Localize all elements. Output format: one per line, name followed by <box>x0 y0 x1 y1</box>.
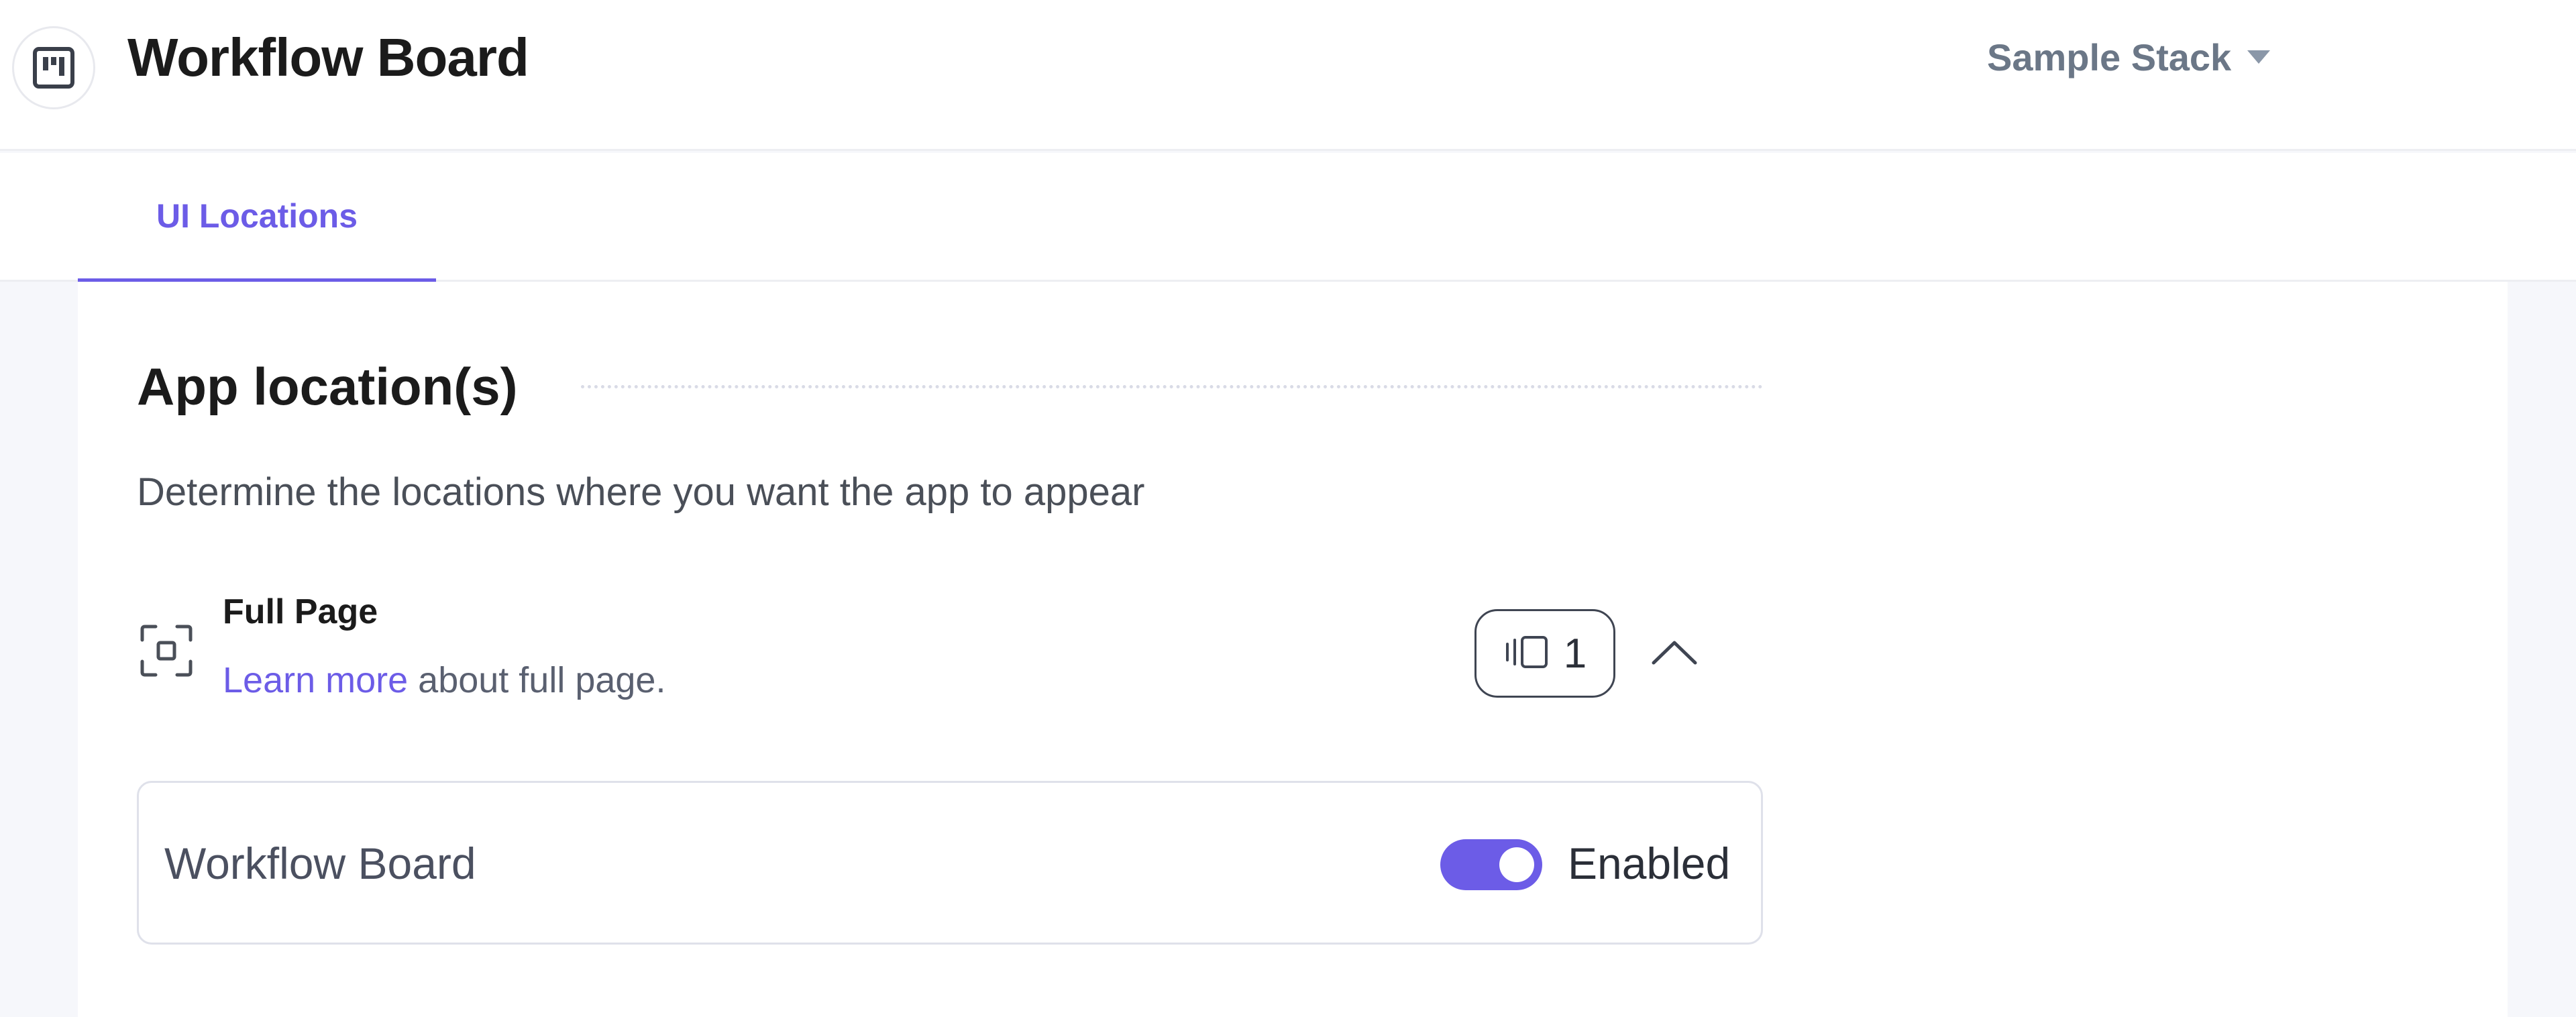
tab-ui-locations[interactable]: UI Locations <box>78 153 436 282</box>
stack-selector[interactable]: Sample Stack <box>1987 34 2271 81</box>
chevron-up-icon <box>1652 641 1697 665</box>
section-description: Determine the locations where you want t… <box>137 470 1145 514</box>
full-page-frame-icon <box>138 623 195 679</box>
panel-stack-icon <box>1503 635 1552 673</box>
app-header: Workflow Board Sample Stack <box>0 0 2576 151</box>
page-title: Workflow Board <box>127 28 529 87</box>
learn-more-link[interactable]: Learn more <box>223 660 408 700</box>
collapse-button[interactable] <box>1646 624 1703 680</box>
location-item-name: Workflow Board <box>164 839 476 888</box>
location-description: Learn more about full page. <box>223 657 665 703</box>
kanban-board-icon <box>12 26 95 109</box>
ui-locations-panel: App location(s) Determine the locations … <box>78 282 2508 1017</box>
location-item-card: Workflow Board Enabled <box>137 781 1763 945</box>
location-count: 1 <box>1563 630 1587 677</box>
enabled-toggle[interactable] <box>1440 839 1542 890</box>
section-title: App location(s) <box>137 357 518 416</box>
section-divider <box>581 385 1763 388</box>
location-description-suffix: about full page. <box>408 660 666 700</box>
toggle-knob <box>1499 847 1534 882</box>
caret-down-icon <box>2247 50 2271 64</box>
tab-bar: UI Locations <box>0 153 2576 282</box>
location-count-badge[interactable]: 1 <box>1474 609 1615 698</box>
location-title: Full Page <box>223 592 378 631</box>
stack-selector-label: Sample Stack <box>1987 36 2232 78</box>
toggle-status-label: Enabled <box>1568 839 1731 888</box>
tab-label: UI Locations <box>156 197 358 235</box>
